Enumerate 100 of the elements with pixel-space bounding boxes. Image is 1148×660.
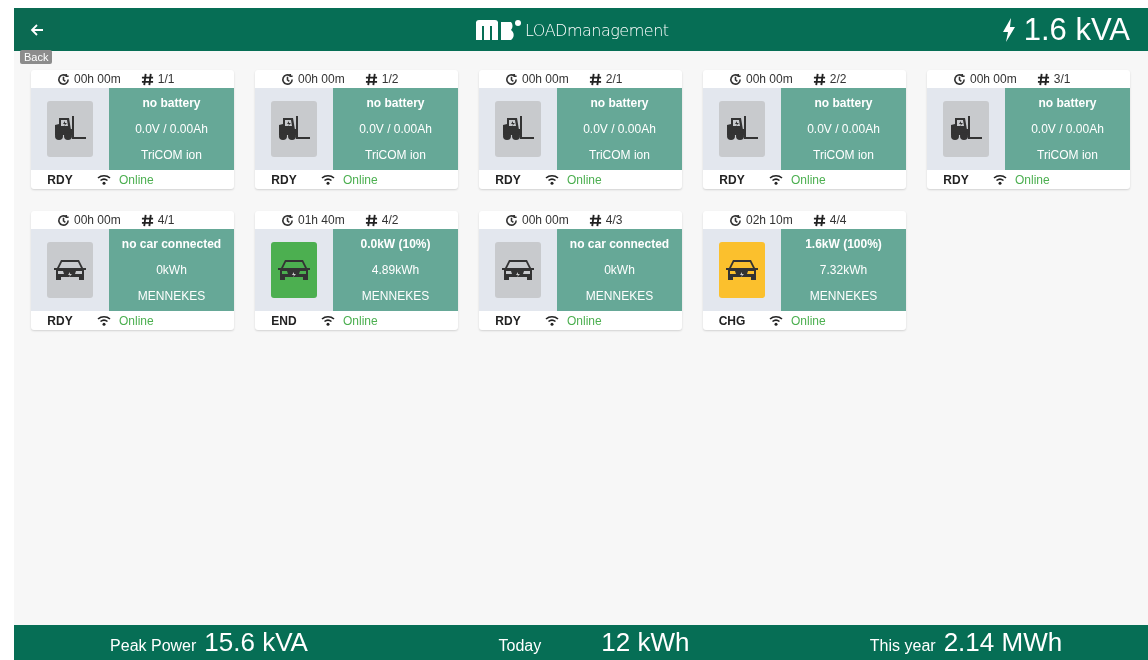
device-type: MENNEKES — [361, 289, 430, 303]
charger-number: 3/1 — [1053, 72, 1071, 86]
charger-number: 1/2 — [381, 72, 399, 86]
hash-icon — [364, 72, 378, 86]
connection-status: Online — [343, 313, 378, 328]
logo-text: LOADmanagement — [525, 21, 669, 40]
charger-card[interactable]: 00h 00m 4/3 no car connected 0kWh MENNEKES RDY Online — [479, 211, 682, 330]
wifi-icon — [321, 174, 335, 185]
charge-time: 00h 00m — [522, 213, 569, 227]
charge-state: no car connected — [569, 237, 670, 251]
energy-reading: 0kWh — [156, 263, 187, 277]
device-type: MENNEKES — [137, 289, 206, 303]
charge-time: 00h 00m — [746, 72, 793, 86]
stat-label: This year — [869, 637, 936, 655]
device-type: MENNEKES — [585, 289, 654, 303]
wifi-icon — [545, 315, 559, 326]
charger-card[interactable]: 00h 00m 1/2 no battery 0.0V / 0.00Ah TriCOM ion RDY Online — [255, 70, 458, 189]
hash-icon — [588, 72, 602, 86]
device-type: TriCOM ion — [141, 148, 202, 162]
connection-status: Online — [567, 313, 602, 328]
clock-icon — [505, 213, 518, 227]
energy-reading: 0.0V / 0.00Ah — [583, 122, 656, 136]
stat-value: 15.6 kVA — [204, 627, 308, 658]
charge-state: no battery — [366, 96, 425, 110]
wifi-icon — [993, 174, 1007, 185]
clock-icon — [505, 72, 518, 86]
status-code: RDY — [718, 172, 746, 187]
device-type: TriCOM ion — [365, 148, 426, 162]
charge-state: 0.0kW (10%) — [360, 237, 431, 251]
status-code: RDY — [942, 172, 970, 187]
logo-icon — [476, 18, 524, 40]
charger-card[interactable]: 00h 00m 3/1 no battery 0.0V / 0.00Ah TriCOM ion RDY Online — [927, 70, 1130, 189]
wifi-icon — [321, 315, 335, 326]
clock-icon — [281, 72, 294, 86]
charge-state: 1.6kW (100%) — [805, 237, 882, 251]
charger-number: 4/1 — [157, 213, 175, 227]
device-type: TriCOM ion — [589, 148, 650, 162]
hash-icon — [140, 213, 154, 227]
status-code: CHG — [717, 313, 747, 328]
status-code: RDY — [46, 313, 74, 328]
status-code: RDY — [494, 313, 522, 328]
hash-icon — [588, 213, 602, 227]
charge-state: no battery — [814, 96, 873, 110]
clock-icon — [729, 213, 742, 227]
stat-label: Today — [498, 637, 542, 655]
hash-icon — [812, 72, 826, 86]
charger-number: 4/3 — [605, 213, 623, 227]
clock-icon — [953, 72, 966, 86]
total-power: 1.6 kVA — [1023, 11, 1130, 48]
wifi-icon — [769, 174, 783, 185]
charger-card[interactable]: 00h 00m 2/1 no battery 0.0V / 0.00Ah TriCOM ion RDY Online — [479, 70, 682, 189]
charger-card[interactable]: 00h 00m 4/1 no car connected 0kWh MENNEKES RDY Online — [31, 211, 234, 330]
forklift-icon — [53, 116, 87, 142]
energy-reading: 0.0V / 0.00Ah — [135, 122, 208, 136]
connection-status: Online — [1015, 172, 1050, 187]
charge-time: 00h 00m — [522, 72, 569, 86]
forklift-icon — [949, 116, 983, 142]
clock-icon — [281, 213, 294, 227]
charge-time: 00h 00m — [298, 72, 345, 86]
charger-card[interactable]: 02h 10m 4/4 1.6kW (100%) 7.32kWh MENNEKES CHG Online — [703, 211, 906, 330]
wifi-icon — [545, 174, 559, 185]
lightning-icon — [1001, 17, 1016, 42]
back-arrow-icon — [30, 22, 44, 37]
connection-status: Online — [119, 172, 154, 187]
stat-value: 12 kWh — [601, 627, 690, 658]
wifi-icon — [769, 315, 783, 326]
charger-card[interactable]: 00h 00m 2/2 no battery 0.0V / 0.00Ah TriCOM ion RDY Online — [703, 70, 906, 189]
device-type: TriCOM ion — [1037, 148, 1098, 162]
energy-reading: 0.0V / 0.00Ah — [1031, 122, 1104, 136]
charge-state: no battery — [590, 96, 649, 110]
back-button[interactable] — [14, 8, 60, 51]
charge-state: no battery — [142, 96, 201, 110]
energy-reading: 0kWh — [604, 263, 635, 277]
clock-icon — [57, 213, 70, 227]
forklift-icon — [277, 116, 311, 142]
connection-status: Online — [119, 313, 154, 328]
forklift-icon — [725, 116, 759, 142]
charge-time: 01h 40m — [298, 213, 345, 227]
car-icon — [725, 258, 759, 282]
wifi-icon — [97, 315, 111, 326]
hash-icon — [140, 72, 154, 86]
clock-icon — [729, 72, 742, 86]
energy-reading: 4.89kWh — [371, 263, 420, 277]
connection-status: Online — [791, 313, 826, 328]
device-type: MENNEKES — [809, 289, 878, 303]
stat-value: 2.14 MWh — [943, 627, 1063, 658]
charge-time: 00h 00m — [970, 72, 1017, 86]
charger-number: 1/1 — [157, 72, 175, 86]
device-type: TriCOM ion — [813, 148, 874, 162]
charger-number: 2/1 — [605, 72, 623, 86]
charger-card[interactable]: 01h 40m 4/2 0.0kW (10%) 4.89kWh MENNEKES END Online — [255, 211, 458, 330]
status-code: RDY — [46, 172, 74, 187]
energy-reading: 0.0V / 0.00Ah — [807, 122, 880, 136]
charger-card[interactable]: 00h 00m 1/1 no battery 0.0V / 0.00Ah TriCOM ion RDY Online — [31, 70, 234, 189]
charge-time: 02h 10m — [746, 213, 793, 227]
hash-icon — [364, 213, 378, 227]
car-icon — [53, 258, 87, 282]
back-tooltip: Back — [20, 50, 53, 64]
charger-number: 2/2 — [829, 72, 847, 86]
connection-status: Online — [567, 172, 602, 187]
